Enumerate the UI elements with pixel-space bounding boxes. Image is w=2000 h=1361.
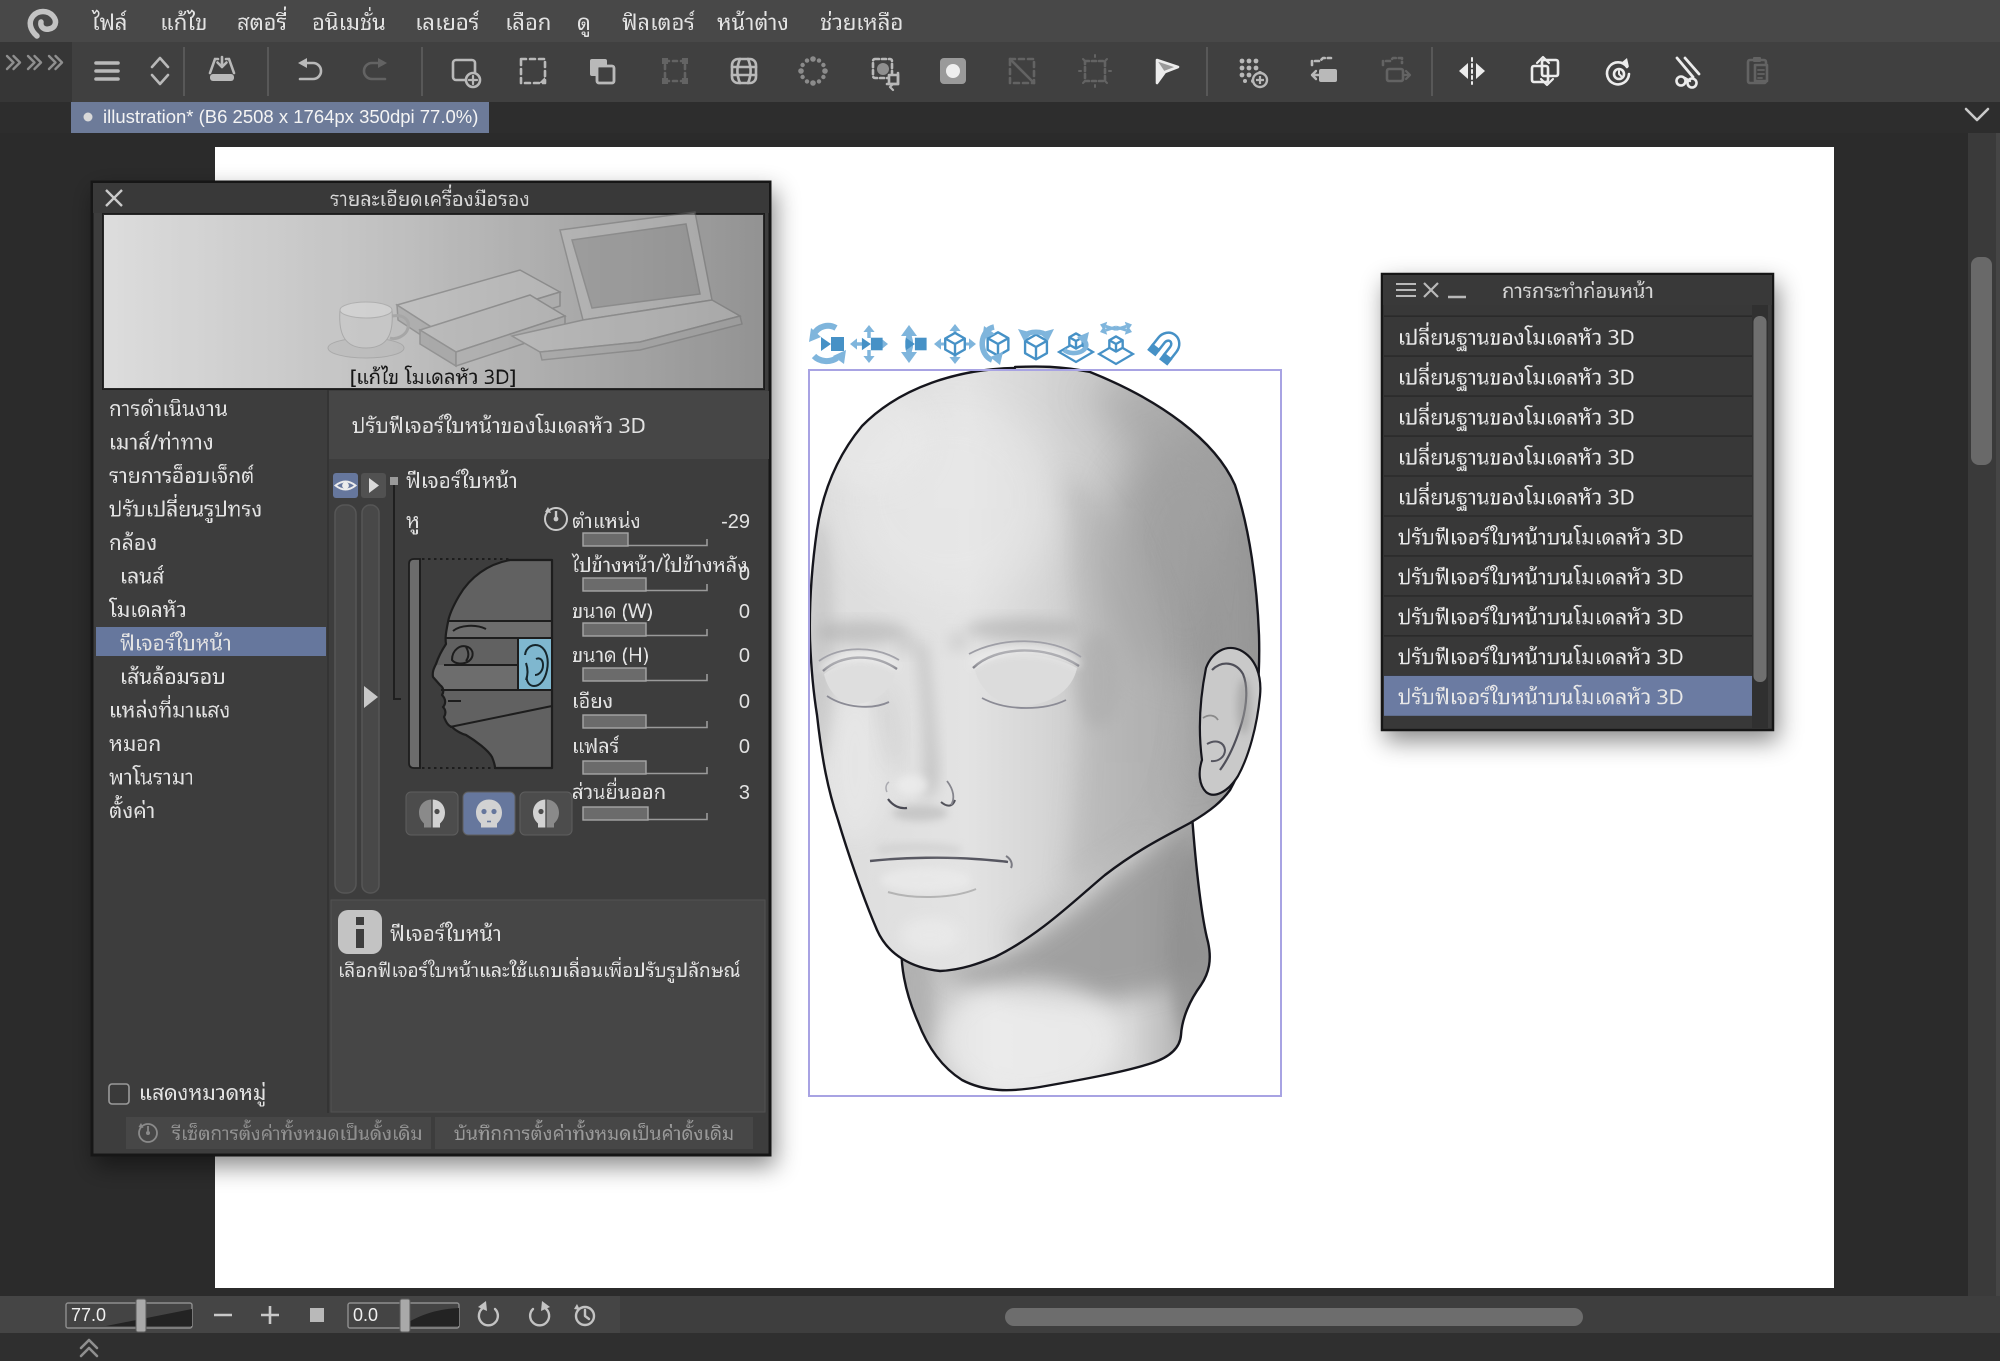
- svg-text:0: 0: [739, 563, 750, 585]
- svg-text:illustration* (B6 2508 x 1764p: illustration* (B6 2508 x 1764px 350dpi 7…: [103, 106, 478, 127]
- svg-text:0: 0: [739, 736, 750, 758]
- svg-text:77.0: 77.0: [71, 1305, 106, 1325]
- svg-text:0: 0: [739, 645, 750, 667]
- svg-text:0.0: 0.0: [353, 1305, 378, 1325]
- svg-text:0: 0: [739, 601, 750, 623]
- svg-text:3: 3: [739, 782, 750, 804]
- svg-text:0: 0: [739, 691, 750, 713]
- svg-text:-29: -29: [721, 511, 750, 533]
